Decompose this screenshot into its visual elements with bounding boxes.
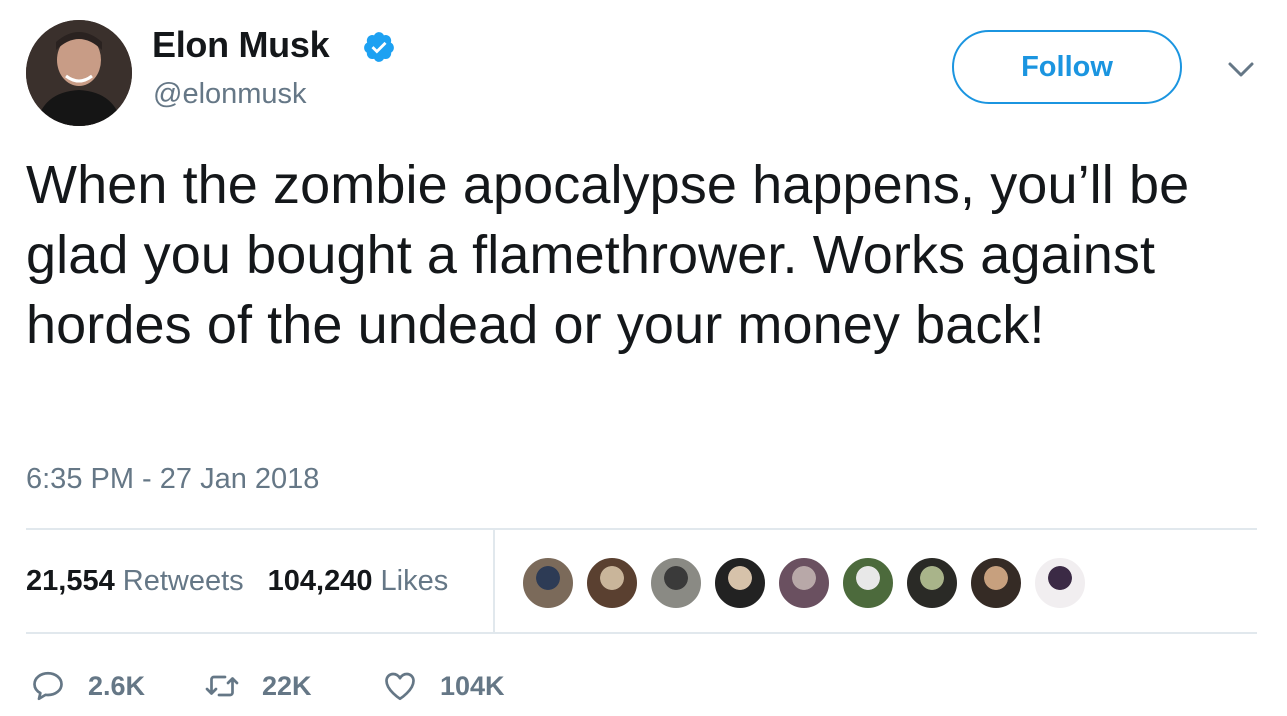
retweets-count: 21,554 [26, 565, 115, 597]
user-handle[interactable]: @elonmusk [153, 78, 307, 111]
like-action[interactable]: 104K [382, 664, 505, 708]
likes-label: Likes [380, 565, 449, 597]
avatar[interactable] [26, 20, 132, 126]
liker-avatar[interactable] [777, 556, 831, 610]
likes-count: 104,240 [267, 565, 373, 597]
tweet-text: When the zombie apocalypse happens, you’… [26, 155, 1190, 355]
engagement-stats: 21,554 Retweets 104,240 Likes [26, 565, 448, 598]
liker-avatar[interactable] [521, 556, 575, 610]
liker-avatar[interactable] [1033, 556, 1087, 610]
reply-icon [33, 671, 63, 701]
tweet-timestamp[interactable]: 6:35 PM - 27 Jan 2018 [26, 463, 319, 496]
liker-avatar[interactable] [969, 556, 1023, 610]
liker-avatar[interactable] [905, 556, 959, 610]
liker-avatar[interactable] [585, 556, 639, 610]
avatar-image [26, 20, 132, 126]
like-count: 104K [440, 670, 505, 701]
divider [26, 528, 1257, 530]
retweet-icon [205, 675, 239, 697]
user-name[interactable]: Elon Musk [152, 24, 330, 66]
likes-stat[interactable]: 104,240 Likes [268, 565, 449, 597]
verified-badge-icon [364, 32, 394, 62]
liker-avatar[interactable] [649, 556, 703, 610]
chevron-down-icon[interactable] [1226, 56, 1256, 82]
reply-count: 2.6K [88, 670, 146, 701]
liker-avatar[interactable] [713, 556, 767, 610]
retweets-label: Retweets [122, 565, 244, 597]
retweet-action[interactable]: 22K [204, 664, 312, 708]
retweet-count: 22K [262, 670, 312, 701]
stats-separator [493, 530, 495, 632]
reply-action[interactable]: 2.6K [30, 664, 145, 708]
retweets-stat[interactable]: 21,554 Retweets [26, 565, 244, 597]
liker-avatar[interactable] [841, 556, 895, 610]
divider [26, 632, 1257, 634]
follow-button[interactable]: Follow [952, 30, 1182, 104]
heart-icon [385, 672, 415, 701]
